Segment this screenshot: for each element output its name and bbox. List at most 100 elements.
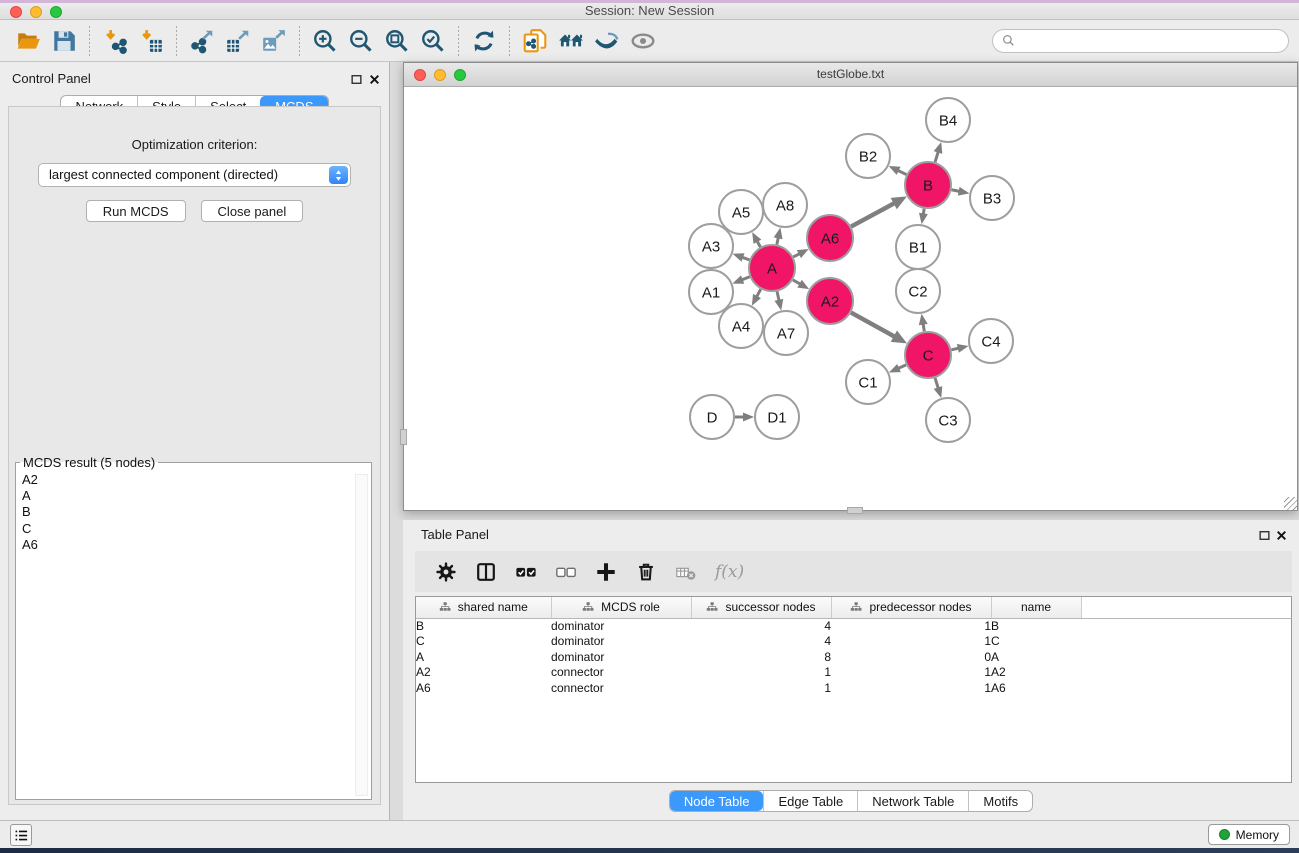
table-cell[interactable]: dominator <box>551 618 691 634</box>
graph-node-C4[interactable]: C4 <box>969 319 1013 363</box>
close-panel-icon[interactable] <box>368 73 381 86</box>
copy-network-button[interactable] <box>517 24 553 58</box>
graph-node-D1[interactable]: D1 <box>755 395 799 439</box>
graph-node-C[interactable]: C <box>905 332 951 378</box>
graph-node-C1[interactable]: C1 <box>846 360 890 404</box>
table-cell[interactable]: 1 <box>831 681 991 697</box>
table-cell[interactable]: A <box>991 650 1081 666</box>
pane-divider-handle[interactable] <box>400 429 407 445</box>
run-mcds-button[interactable]: Run MCDS <box>86 200 186 222</box>
table-cell[interactable]: A <box>416 650 551 666</box>
show-all-button[interactable] <box>625 24 661 58</box>
graph-node-B3[interactable]: B3 <box>970 176 1014 220</box>
graph-node-A6[interactable]: A6 <box>807 215 853 261</box>
table-cell[interactable]: 1 <box>831 634 991 650</box>
column-header-successor-nodes[interactable]: successor nodes <box>691 597 831 618</box>
graph-edge-A2-C[interactable] <box>851 313 898 339</box>
close-panel-button[interactable]: Close panel <box>201 200 304 222</box>
network-minimize-button[interactable] <box>434 69 446 81</box>
table-cell[interactable]: 0 <box>831 650 991 666</box>
table-cell[interactable]: connector <box>551 681 691 697</box>
table-row[interactable]: A6connector11A6 <box>416 681 1291 697</box>
table-row[interactable]: Bdominator41B <box>416 618 1291 634</box>
graph-node-B2[interactable]: B2 <box>846 134 890 178</box>
graph-node-A4[interactable]: A4 <box>719 304 763 348</box>
save-session-button[interactable] <box>46 24 82 58</box>
mcds-result-item[interactable]: A6 <box>22 537 371 553</box>
zoom-selected-button[interactable] <box>415 24 451 58</box>
table-cell[interactable]: 1 <box>691 665 831 681</box>
export-table-button[interactable] <box>220 24 256 58</box>
graph-node-B1[interactable]: B1 <box>896 225 940 269</box>
network-window-titlebar[interactable]: testGlobe.txt <box>404 63 1297 87</box>
network-zoom-button[interactable] <box>454 69 466 81</box>
window-resize-grip[interactable] <box>1284 497 1297 510</box>
table-cell[interactable]: 4 <box>691 634 831 650</box>
home-button[interactable] <box>553 24 589 58</box>
graph-node-C2[interactable]: C2 <box>896 269 940 313</box>
mcds-result-item[interactable]: C <box>22 521 371 537</box>
graph-node-A7[interactable]: A7 <box>764 311 808 355</box>
table-cell[interactable]: 1 <box>691 681 831 697</box>
graph-edge-A6-B[interactable] <box>851 201 898 226</box>
table-row[interactable]: A2connector11A2 <box>416 665 1291 681</box>
zoom-in-button[interactable] <box>307 24 343 58</box>
select-all-button[interactable] <box>513 559 539 585</box>
graph-node-B[interactable]: B <box>905 162 951 208</box>
table-cell[interactable]: C <box>991 634 1081 650</box>
table-cell[interactable]: A2 <box>416 665 551 681</box>
criterion-dropdown[interactable]: largest connected component (directed) <box>38 163 351 187</box>
search-input[interactable] <box>992 29 1289 53</box>
mcds-result-item[interactable]: A <box>22 488 371 504</box>
tab-edge-table[interactable]: Edge Table <box>763 791 857 811</box>
graph-node-B4[interactable]: B4 <box>926 98 970 142</box>
mcds-result-scrollbar[interactable] <box>355 474 368 796</box>
table-cell[interactable]: B <box>416 618 551 634</box>
minimize-window-button[interactable] <box>30 6 42 18</box>
table-cell[interactable]: 4 <box>691 618 831 634</box>
graph-node-A1[interactable]: A1 <box>689 270 733 314</box>
table-cell[interactable]: 1 <box>831 665 991 681</box>
import-table-button[interactable] <box>133 24 169 58</box>
table-cell[interactable]: C <box>416 634 551 650</box>
zoom-window-button[interactable] <box>50 6 62 18</box>
function-builder-button[interactable]: f(x) <box>715 562 744 582</box>
zoom-fit-button[interactable] <box>379 24 415 58</box>
table-cell[interactable]: 8 <box>691 650 831 666</box>
delete-columns-button[interactable] <box>633 559 659 585</box>
mcds-result-item[interactable]: A2 <box>22 472 371 488</box>
pane-divider-handle[interactable] <box>847 507 863 514</box>
memory-button[interactable]: Memory <box>1208 824 1290 845</box>
graph-node-A5[interactable]: A5 <box>719 190 763 234</box>
refresh-button[interactable] <box>466 24 502 58</box>
delete-table-button[interactable] <box>673 559 699 585</box>
graph-node-A3[interactable]: A3 <box>689 224 733 268</box>
table-settings-button[interactable] <box>433 559 459 585</box>
column-header-predecessor-nodes[interactable]: predecessor nodes <box>831 597 991 618</box>
graph-node-A[interactable]: A <box>749 245 795 291</box>
column-header-name[interactable]: name <box>991 597 1081 618</box>
open-file-button[interactable] <box>10 24 46 58</box>
import-network-button[interactable] <box>97 24 133 58</box>
network-canvas[interactable]: B4B2BB3A5A8A6B1A3AA1C2A4A7A2CC4C1C3DD1 <box>404 87 1297 510</box>
table-cell[interactable]: dominator <box>551 634 691 650</box>
table-cell[interactable]: connector <box>551 665 691 681</box>
table-cell[interactable]: A2 <box>991 665 1081 681</box>
graph-node-A2[interactable]: A2 <box>807 278 853 324</box>
close-window-button[interactable] <box>10 6 22 18</box>
export-image-button[interactable] <box>256 24 292 58</box>
column-header-shared-name[interactable]: shared name <box>416 597 551 618</box>
column-header-mcds-role[interactable]: MCDS role <box>551 597 691 618</box>
graph-node-C3[interactable]: C3 <box>926 398 970 442</box>
table-cell[interactable]: A6 <box>991 681 1081 697</box>
split-view-button[interactable] <box>473 559 499 585</box>
table-row[interactable]: Cdominator41C <box>416 634 1291 650</box>
float-panel-icon[interactable] <box>1258 529 1271 542</box>
hide-selection-button[interactable] <box>589 24 625 58</box>
deselect-all-button[interactable] <box>553 559 579 585</box>
zoom-out-button[interactable] <box>343 24 379 58</box>
float-panel-icon[interactable] <box>350 73 363 86</box>
add-column-button[interactable] <box>593 559 619 585</box>
task-history-button[interactable] <box>10 824 32 846</box>
export-network-button[interactable] <box>184 24 220 58</box>
